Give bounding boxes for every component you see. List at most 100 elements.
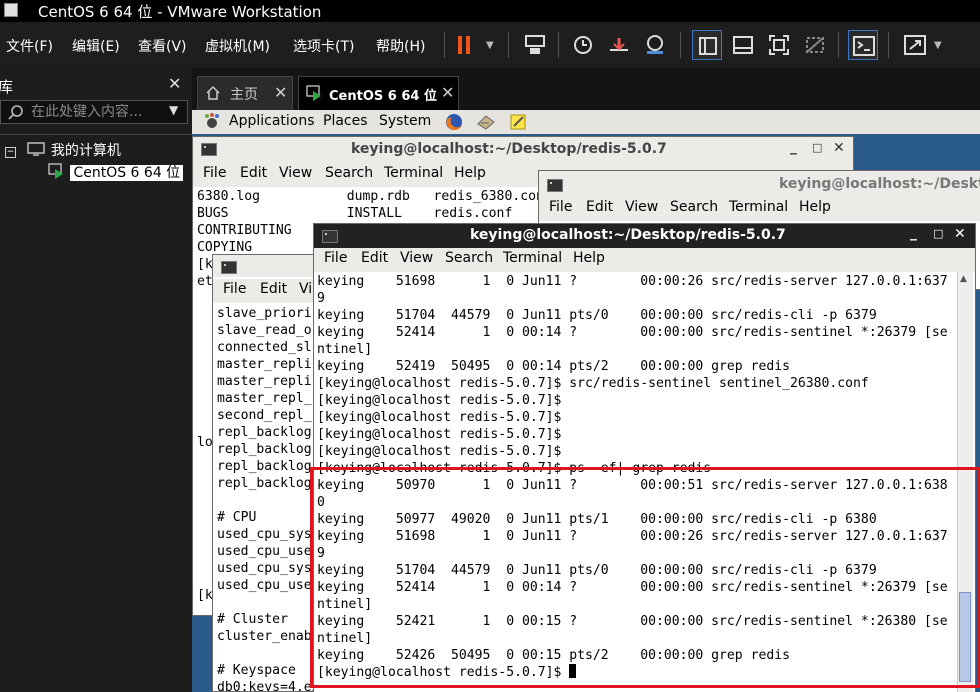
terminal-icon: [547, 179, 563, 192]
text-cursor: [569, 664, 577, 678]
gnome-foot-icon[interactable]: [202, 112, 222, 132]
panel-system[interactable]: System: [379, 113, 431, 129]
stretch-icon[interactable]: [900, 30, 930, 60]
close-icon[interactable]: ✕: [833, 140, 845, 156]
scrollbar-thumb[interactable]: [959, 592, 971, 682]
toolbar-separator: [508, 32, 509, 58]
pause-dropdown-icon[interactable]: ▼: [486, 40, 494, 51]
window-title: keying@localhost:~/Desktop/redis-5.0.7: [351, 141, 667, 157]
menu-file[interactable]: File: [324, 250, 347, 266]
window-titlebar[interactable]: keying@localhost:~/Desktop/redis-5.0.7 _…: [193, 137, 853, 163]
tab-centos[interactable]: CentOS 6 64 位 ✕: [298, 76, 459, 110]
menu-help[interactable]: Help: [573, 250, 605, 266]
toolbar-separator: [444, 32, 445, 58]
pause-icon[interactable]: [450, 30, 485, 60]
menu-file[interactable]: 文件(F): [6, 36, 53, 56]
terminal-output: keying 51698 1 0 Jun11 ? 00:00:26 src/re…: [317, 273, 948, 681]
console-view-icon[interactable]: [848, 30, 878, 60]
terminal-lines: keying 51698 1 0 Jun11 ? 00:00:26 src/re…: [317, 274, 948, 663]
menu-edit[interactable]: 编辑(E): [72, 36, 120, 56]
menu-search[interactable]: Search: [325, 165, 373, 181]
menu-terminal[interactable]: Terminal: [384, 165, 443, 181]
terminal-window-front[interactable]: keying@localhost:~/Desktop/redis-5.0.7 _…: [313, 223, 976, 692]
fullscreen-icon[interactable]: [764, 30, 794, 60]
menu-vm[interactable]: 虚拟机(M): [205, 36, 270, 56]
menu-search[interactable]: Search: [670, 199, 718, 215]
thumbnail-view-icon[interactable]: [728, 30, 758, 60]
library-panel: 库 ✕ ▼ − 我的计算机 CentOS 6 64 位: [0, 68, 192, 692]
toolbar-separator: [888, 32, 889, 58]
close-icon[interactable]: ✕: [441, 83, 454, 102]
menu-file[interactable]: File: [549, 199, 572, 215]
snapshot-manager-icon[interactable]: [640, 30, 670, 60]
menu-help[interactable]: 帮助(H): [376, 36, 425, 56]
stretch-dropdown-icon[interactable]: ▼: [934, 40, 942, 51]
guest-desktop[interactable]: Applications Places System keying@localh…: [192, 110, 980, 692]
window-titlebar[interactable]: keying@localhost:~/Desktop/redis-5.0.7 _…: [314, 224, 975, 248]
tab-label: 主页: [230, 87, 258, 103]
terminal-output: slave_priori slave_read_o connected_sl m…: [217, 306, 322, 692]
menu-view[interactable]: View: [400, 250, 433, 266]
menu-edit[interactable]: Edit: [361, 250, 388, 266]
window-titlebar[interactable]: keying@localhost:~/Desktop: [539, 171, 980, 197]
revert-snapshot-icon[interactable]: [604, 30, 634, 60]
menu-file[interactable]: File: [203, 165, 226, 181]
terminal-prompt: [keying@localhost redis-5.0.7]$: [317, 665, 570, 680]
menu-view[interactable]: View: [625, 199, 658, 215]
panel-places[interactable]: Places: [323, 113, 368, 129]
menu-edit[interactable]: Edit: [586, 199, 613, 215]
mail-icon[interactable]: [476, 112, 496, 132]
menu-view[interactable]: 查看(V): [138, 36, 187, 56]
menu-file[interactable]: File: [223, 281, 246, 297]
menu-help[interactable]: Help: [799, 199, 831, 215]
tree-item-label: 我的计算机: [50, 143, 121, 159]
tree-item-my-computer[interactable]: − 我的计算机: [5, 140, 121, 160]
window-title: keying@localhost:~/Desktop: [779, 176, 980, 192]
search-dropdown-icon[interactable]: ▼: [169, 103, 178, 117]
tabs-bar: 主页 ✕ CentOS 6 64 位 ✕: [192, 68, 980, 110]
menu-terminal[interactable]: Terminal: [503, 250, 562, 266]
minimize-icon[interactable]: _: [910, 225, 917, 241]
maximize-icon[interactable]: □: [933, 227, 943, 240]
collapse-icon[interactable]: −: [5, 147, 16, 158]
computer-icon: [27, 142, 46, 156]
terminal-scrollbar[interactable]: ▲: [957, 272, 973, 692]
library-view-icon[interactable]: [692, 30, 722, 60]
close-icon[interactable]: ✕: [274, 83, 287, 102]
maximize-icon[interactable]: □: [812, 141, 822, 154]
menu-edit[interactable]: Edit: [260, 281, 287, 297]
close-icon[interactable]: ✕: [168, 74, 181, 93]
tree-item-label: CentOS 6 64 位: [70, 165, 184, 181]
vm-icon: [48, 163, 63, 179]
divider: [0, 134, 192, 135]
tab-home[interactable]: 主页 ✕: [197, 76, 293, 110]
vm-icon: [306, 85, 321, 101]
window-titlebar[interactable]: [213, 255, 322, 277]
panel-applications[interactable]: Applications: [229, 113, 315, 129]
library-search-input[interactable]: [31, 103, 159, 121]
menu-tabs[interactable]: 选项卡(T): [293, 36, 354, 56]
notes-icon[interactable]: [508, 112, 528, 132]
minimize-icon[interactable]: _: [790, 139, 797, 155]
terminal-fragment: lo: [197, 435, 213, 450]
firefox-icon[interactable]: [444, 112, 464, 132]
terminal-icon: [322, 230, 338, 243]
menu-search[interactable]: Search: [445, 250, 493, 266]
close-icon[interactable]: ✕: [954, 226, 966, 242]
send-keys-icon[interactable]: [520, 30, 550, 60]
menu-view[interactable]: View: [279, 165, 312, 181]
terminal-fragment: [k: [197, 588, 213, 603]
terminal-window-middle[interactable]: File Edit Vi slave_priori slave_read_o c…: [212, 254, 322, 692]
scroll-up-icon[interactable]: ▲: [960, 274, 967, 284]
unity-icon[interactable]: [800, 30, 830, 60]
menu-terminal[interactable]: Terminal: [729, 199, 788, 215]
menu-edit[interactable]: Edit: [240, 165, 267, 181]
toolbar-separator: [838, 32, 839, 58]
vmware-menubar: 文件(F) 编辑(E) 查看(V) 虚拟机(M) 选项卡(T) 帮助(H) ▼ …: [0, 22, 980, 68]
snapshot-icon[interactable]: [568, 30, 598, 60]
tree-item-vm[interactable]: CentOS 6 64 位: [48, 162, 184, 182]
menu-view[interactable]: Vi: [299, 281, 312, 297]
library-search-box: ▼: [0, 100, 188, 124]
menu-help[interactable]: Help: [454, 165, 486, 181]
terminal-icon: [221, 261, 237, 274]
